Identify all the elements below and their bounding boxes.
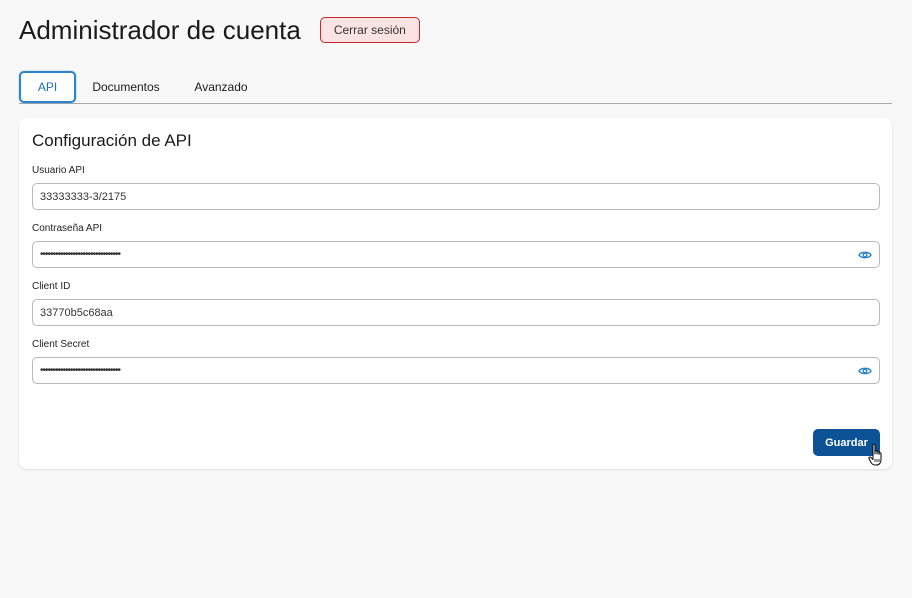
- page-header: Administrador de cuenta Cerrar sesión: [19, 14, 420, 46]
- eye-icon[interactable]: [858, 248, 872, 262]
- page-title: Administrador de cuenta: [19, 15, 301, 45]
- tab-documentos[interactable]: Documentos: [76, 71, 176, 103]
- client-id-label: Client ID: [32, 281, 71, 292]
- usuario-api-input[interactable]: 33333333-3/2175: [32, 183, 880, 210]
- usuario-api-label: Usuario API: [32, 165, 85, 176]
- client-secret-input[interactable]: ••••••••••••••••••••••••••••••••: [32, 357, 880, 384]
- client-secret-label: Client Secret: [32, 339, 90, 350]
- eye-icon[interactable]: [858, 364, 872, 378]
- api-config-card: Configuración de API Usuario API 3333333…: [19, 118, 892, 469]
- logout-button[interactable]: Cerrar sesión: [319, 17, 420, 43]
- password-api-value: ••••••••••••••••••••••••••••••••: [40, 249, 121, 260]
- card-title: Configuración de API: [32, 131, 192, 150]
- client-id-value: 33770b5c68aa: [40, 306, 113, 319]
- password-api-label: Contraseña API: [32, 223, 103, 234]
- tab-bar: API Documentos Avanzado: [19, 71, 892, 104]
- hand-cursor-icon: [868, 443, 886, 467]
- password-api-input[interactable]: ••••••••••••••••••••••••••••••••: [32, 241, 880, 268]
- client-id-input[interactable]: 33770b5c68aa: [32, 299, 880, 326]
- tab-avanzado[interactable]: Avanzado: [176, 71, 266, 103]
- tab-api[interactable]: API: [19, 71, 76, 103]
- usuario-api-value: 33333333-3/2175: [40, 190, 127, 203]
- client-secret-value: ••••••••••••••••••••••••••••••••: [40, 365, 121, 376]
